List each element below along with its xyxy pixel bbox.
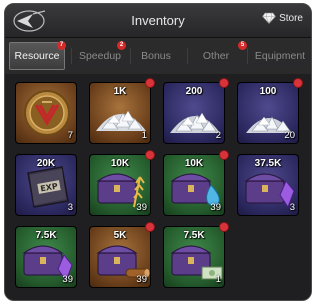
new-item-dot — [145, 150, 155, 160]
tab-label: Equipment — [254, 50, 306, 62]
tab-badge: 2 — [117, 41, 126, 50]
item-slot-diamonds[interactable]: 100 20 — [237, 82, 299, 144]
item-count: 1 — [215, 274, 221, 285]
diamond-icon — [262, 12, 276, 24]
item-count: 39 — [210, 202, 221, 213]
item-slot-diamonds[interactable]: 200 2 — [163, 82, 225, 144]
item-amount: 37.5K — [254, 158, 282, 169]
item-count: 39 — [62, 274, 73, 285]
item-grid: 7 1K 1 200 2 100 20 EXP 20K 3 10K 39 10K… — [5, 74, 311, 300]
tab-other[interactable]: Other — [187, 42, 245, 70]
item-amount: 7.5K — [35, 230, 57, 241]
item-count: 39 — [136, 202, 147, 213]
item-slot-gem-chest[interactable]: 37.5K 3 — [237, 154, 299, 216]
new-item-dot — [145, 78, 155, 88]
item-slot-gem-chest[interactable]: 7.5K 39 — [15, 226, 77, 288]
item-slot-wood-chest[interactable]: 5K 39 — [89, 226, 151, 288]
item-amount: 200 — [185, 86, 203, 97]
store-label: Store — [279, 12, 303, 24]
item-amount: 1K — [113, 86, 127, 97]
new-item-dot — [219, 150, 229, 160]
tab-equipment[interactable]: Equipment — [247, 42, 311, 70]
item-amount: 10K — [184, 158, 204, 169]
item-slot-water-chest[interactable]: 10K 39 — [163, 154, 225, 216]
item-slot-exp-book[interactable]: EXP 20K 3 — [15, 154, 77, 216]
item-slot-cash-chest[interactable]: 7.5K 1 — [163, 226, 225, 288]
new-item-dot — [219, 222, 229, 232]
tab-bonus[interactable]: Bonus — [130, 42, 182, 70]
category-tabs: Resource 7 Speedup 2 Bonus Other 5 Equip… — [5, 41, 311, 70]
item-slot-diamonds[interactable]: 1K 1 — [89, 82, 151, 144]
tab-label: Bonus — [141, 50, 171, 62]
item-amount: 100 — [259, 86, 277, 97]
header-bar: Inventory Store — [5, 4, 311, 38]
item-slot-food-chest[interactable]: 10K 39 — [89, 154, 151, 216]
item-amount: 5K — [113, 230, 127, 241]
new-item-dot — [145, 222, 155, 232]
tab-badge: 7 — [57, 41, 66, 50]
item-amount: 7.5K — [183, 230, 205, 241]
tab-label: Other — [202, 50, 230, 62]
item-count: 2 — [215, 130, 221, 141]
tab-label: Speedup — [78, 50, 122, 62]
item-amount: 10K — [110, 158, 130, 169]
item-count: 39 — [136, 274, 147, 285]
new-item-dot — [293, 78, 303, 88]
new-item-dot — [219, 78, 229, 88]
item-amount: 20K — [36, 158, 56, 169]
inventory-window: Inventory Store Resource 7 Speedup 2 Bon… — [4, 3, 312, 301]
tab-badge: 5 — [238, 41, 247, 50]
store-button[interactable]: Store — [262, 12, 303, 24]
item-count: 7 — [67, 130, 73, 141]
item-slot-medal[interactable]: 7 — [15, 82, 77, 144]
item-count: 3 — [67, 202, 73, 213]
item-count: 3 — [289, 202, 295, 213]
item-count: 20 — [284, 130, 295, 141]
tab-label: Resource — [14, 50, 60, 62]
item-count: 1 — [141, 130, 147, 141]
